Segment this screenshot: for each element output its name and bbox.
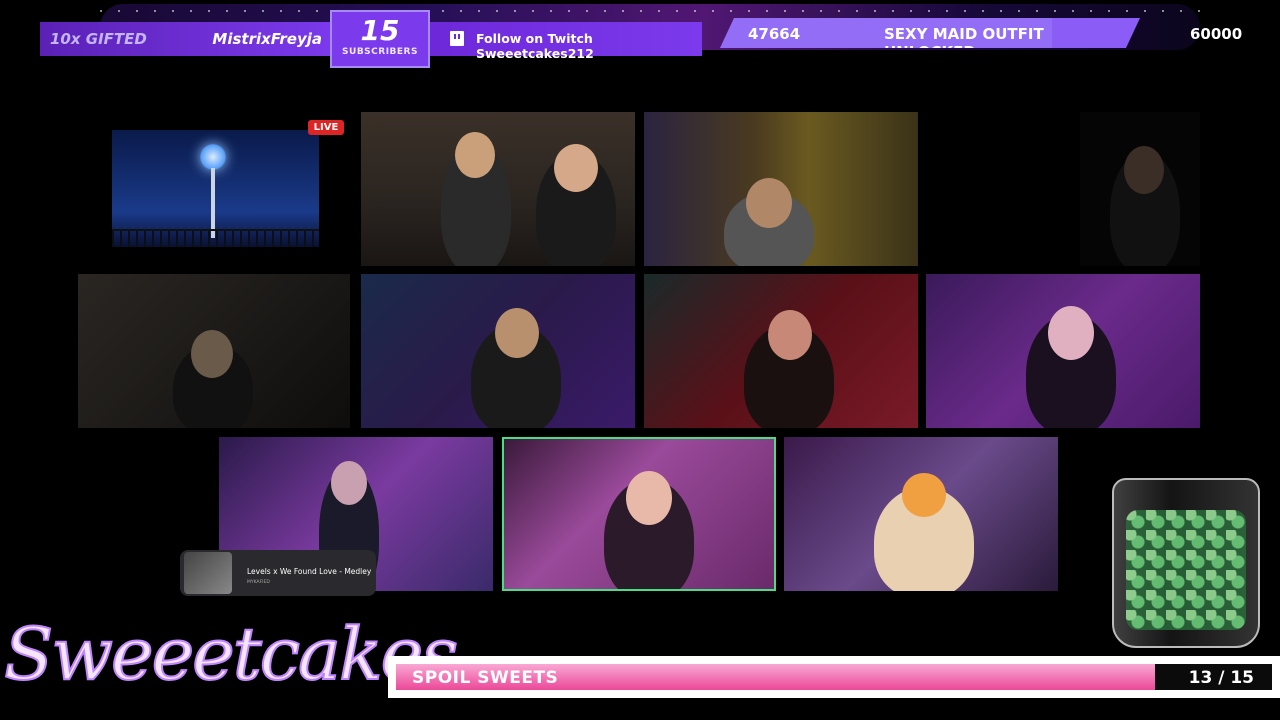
participant: [173, 330, 253, 428]
participant: [724, 178, 814, 266]
spoil-goal-count: 13 / 15: [1188, 668, 1254, 688]
participant-head: [1124, 146, 1164, 194]
gift-alert-bar: 10x GIFTED MistrixFreyja: [40, 22, 340, 56]
gifted-count-label: 10x GIFTED: [50, 30, 147, 48]
string-lights: [100, 10, 1200, 12]
song-title: Levels x We Found Love - Medley: [247, 567, 372, 576]
participant-head: [626, 471, 672, 525]
video-tile-guest-3[interactable]: [644, 112, 918, 266]
video-tile-guest-6[interactable]: [361, 274, 635, 428]
goal-title: SEXY MAID OUTFIT UNLOCKED: [884, 25, 1044, 61]
video-tile-guest-7[interactable]: [644, 274, 918, 428]
participant: [604, 471, 694, 589]
participant-head: [191, 330, 233, 378]
video-tile-guest-4[interactable]: [1080, 112, 1200, 266]
video-tile-guest-8[interactable]: [926, 274, 1200, 428]
now-playing-widget: Levels x We Found Love - Medley MYKAFIED: [180, 550, 376, 596]
twitch-icon: [450, 31, 464, 46]
spoil-goal-label: SPOIL SWEETS: [412, 668, 559, 688]
video-tile-city-cam[interactable]: [112, 130, 319, 247]
follow-text: Follow on Twitch Sweeetcakes212: [476, 31, 594, 61]
reunion-tower-light: [200, 144, 226, 170]
tip-jar-icon: [1112, 478, 1260, 648]
participant-head: [455, 132, 495, 178]
video-tile-guest-11[interactable]: [784, 437, 1058, 591]
subscriber-count: 15: [360, 14, 400, 47]
video-tile-guest-2[interactable]: [361, 112, 635, 266]
participant: [1026, 306, 1116, 428]
goal-target-amount: 60000: [1190, 25, 1243, 43]
spoil-goal-progress: SPOIL SWEETS 13 / 15: [388, 656, 1280, 698]
fence: [112, 229, 319, 247]
gifter-name: MistrixFreyja: [212, 30, 322, 48]
participant: [471, 308, 561, 428]
participant-head: [331, 461, 367, 505]
participant-head: [554, 144, 598, 192]
participant: [874, 473, 974, 591]
participant-head: [746, 178, 792, 228]
tower-pole: [211, 168, 215, 238]
participant-head: [902, 473, 946, 517]
donation-goal-bar: 47664 SEXY MAID OUTFIT UNLOCKED: [720, 18, 1140, 48]
jar-coins: [1126, 510, 1246, 630]
subscriber-label: SUBSCRIBERS: [342, 47, 418, 57]
participant: [1110, 146, 1180, 266]
participant-head: [1048, 306, 1094, 360]
song-artist: MYKAFIED: [247, 580, 270, 585]
live-badge: LIVE: [308, 120, 344, 135]
participant: [536, 144, 616, 266]
video-tile-guest-5[interactable]: [78, 274, 350, 428]
participant-head: [768, 310, 812, 360]
participant-head: [495, 308, 539, 358]
follow-banner: Follow on Twitch Sweeetcakes212: [430, 22, 702, 61]
video-tile-host-active-speaker[interactable]: [502, 437, 776, 591]
subscriber-counter: 15 SUBSCRIBERS: [330, 10, 430, 68]
participant: [744, 310, 834, 428]
goal-current-amount: 47664: [748, 25, 801, 43]
album-art: [184, 552, 232, 594]
participant: [441, 132, 511, 266]
